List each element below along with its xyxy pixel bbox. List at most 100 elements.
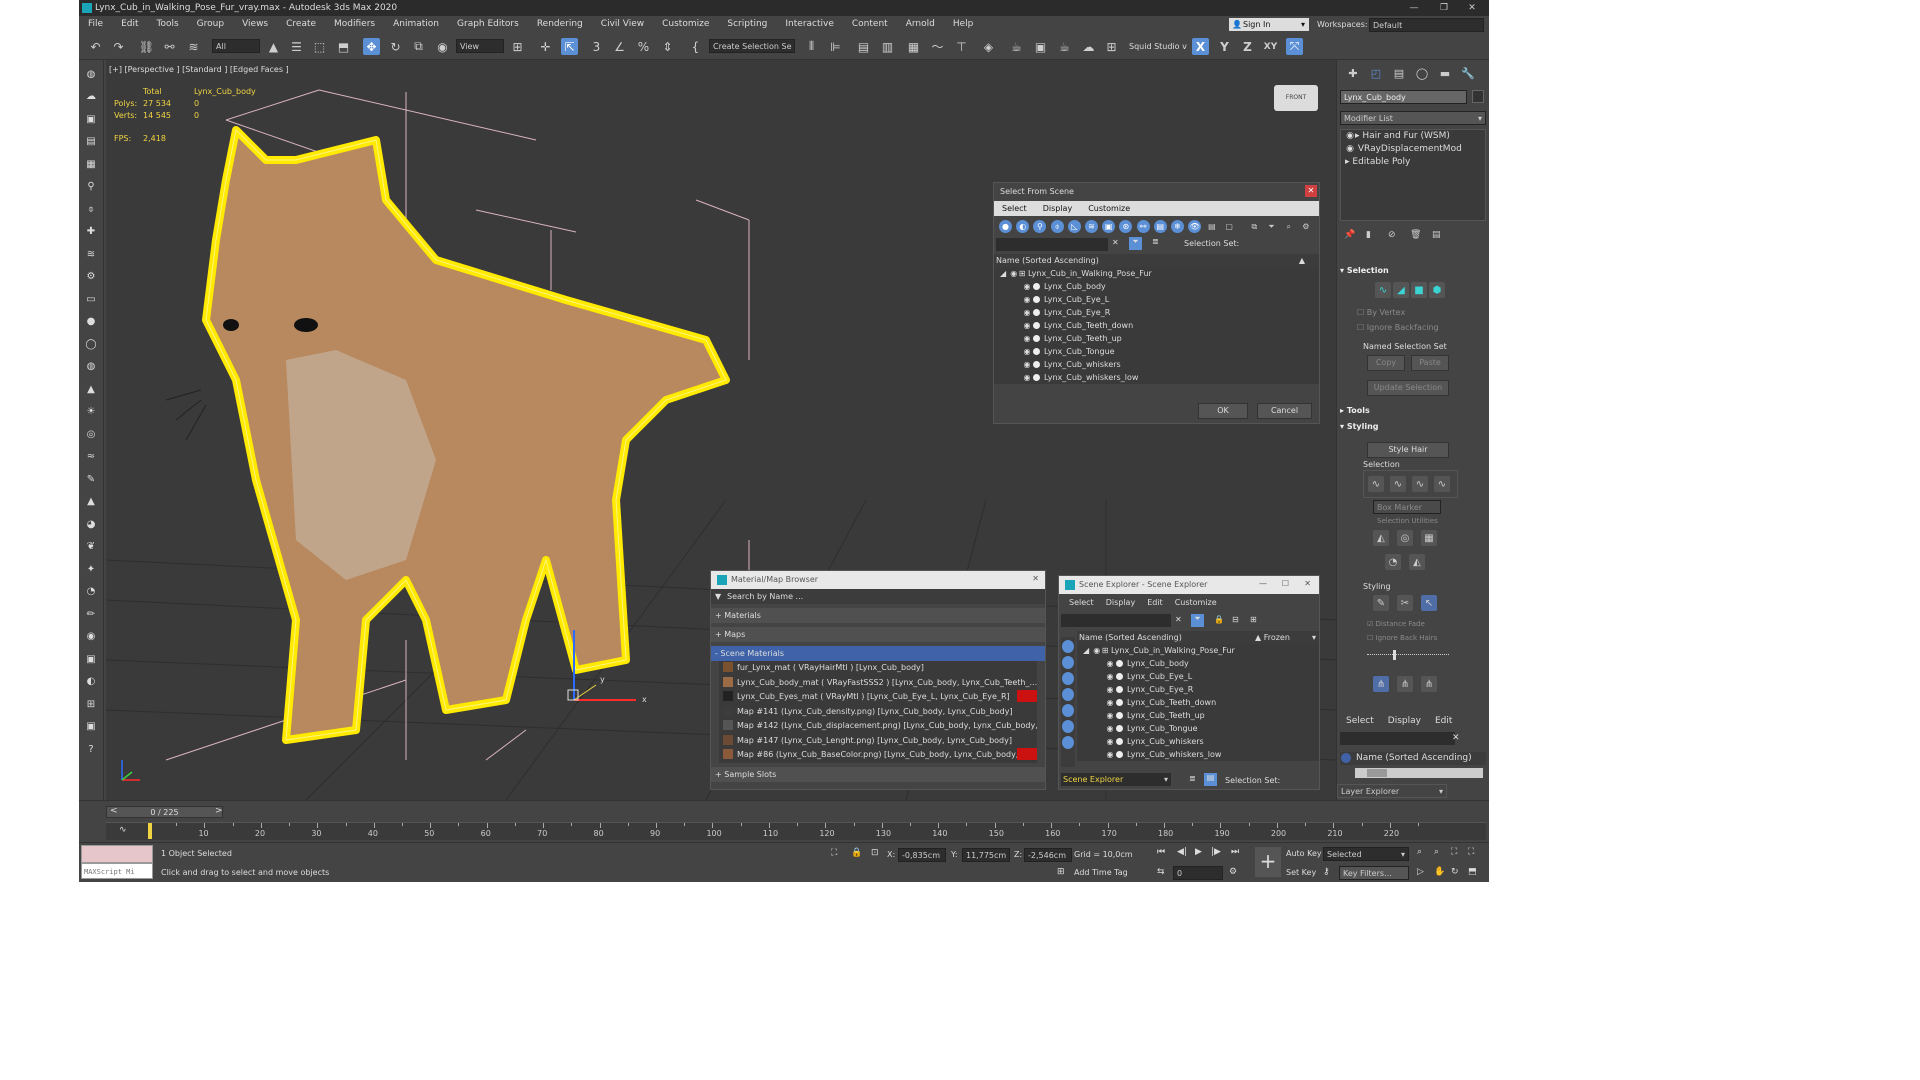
ignore-backfacing-checkbox[interactable]: ☐ Ignore Backfacing [1357,323,1439,332]
materials-group[interactable]: + Materials [711,608,1045,623]
lock-icon[interactable]: ⊞ [83,696,99,712]
menu-interactive[interactable]: Interactive [776,16,842,33]
utilities-tab-icon[interactable]: 🔧 [1460,67,1476,81]
hair-puff-icon[interactable]: ⋔ [1397,676,1413,692]
show-end-result-icon[interactable]: ▮ [1366,230,1371,240]
axis-x-button[interactable]: X [1192,38,1209,55]
help-icon[interactable]: ? [83,741,99,757]
tree-item-row[interactable]: ◉ Lynx_Cub_Eye_L [994,293,1319,306]
menu-arnold[interactable]: Arnold [897,16,944,33]
spacewarp-icon[interactable]: ≋ [83,246,99,262]
layers-icon[interactable]: ≣ [1152,237,1159,246]
tree-item-row[interactable]: ◉ Lynx_Cub_body [1077,657,1319,670]
modifier-list-dropdown[interactable]: Modifier List ▾ [1340,111,1486,125]
lights-filter-icon[interactable]: ⚲ [1033,220,1047,233]
styling-rollout-header[interactable]: ▾ Styling [1340,421,1486,433]
clear-icon[interactable]: ✕ [1175,615,1182,624]
scrollbar-thumb[interactable] [1367,769,1387,777]
manipulate-icon[interactable]: ✛ [537,38,554,55]
menu-edit[interactable]: Edit [112,16,147,33]
spinner-snap-icon[interactable]: ⇕ [659,38,676,55]
unlink-icon[interactable]: ⚯ [161,38,178,55]
scene-material-item[interactable]: fur_Lynx_mat ( VRayHairMtl ) [Lynx_Cub_b… [719,661,1037,676]
by-vertex-checkbox[interactable]: ☐ By Vertex [1357,308,1405,317]
close-icon[interactable]: ✕ [1304,579,1311,588]
visibility-eye-icon[interactable]: ◉ [1345,143,1355,156]
workspace-dropdown[interactable]: Default [1369,18,1484,32]
sidebar-cameras-icon[interactable] [1062,688,1074,701]
coord-x-field[interactable]: -0,835cm [898,848,946,862]
display-none-filter-icon[interactable]: ▢ [1223,220,1236,233]
trackbar[interactable]: 10 20 30 40 50 60 70 80 90 100 110 120 130 140 150 160 1… [106,822,1486,840]
lower-column-header[interactable]: Name (Sorted Ascending) [1340,752,1486,765]
sidebar-groups-icon[interactable] [1062,736,1074,749]
modify-tab-icon[interactable]: ◰ [1368,67,1384,81]
scene-menu-edit[interactable]: Edit [1141,594,1169,611]
select-menu-display[interactable]: Display [1035,201,1081,216]
tree-item-row[interactable]: ◉ Lynx_Cub_body [994,280,1319,293]
redo-icon[interactable]: ↷ [110,38,127,55]
hair-icon[interactable]: ✦ [83,561,99,577]
menu-scripting[interactable]: Scripting [718,16,776,33]
coord-y-field[interactable]: 11,775cm [962,848,1010,862]
scene-explorer-column-header[interactable]: Name (Sorted Ascending) ▲ Frozen ▾ [1077,631,1319,644]
hair-frizz-icon[interactable]: ⋔ [1421,676,1437,692]
ignore-back-hairs-checkbox[interactable]: ☐ Ignore Back Hairs [1367,634,1437,642]
hierarchy-tab-icon[interactable]: ▤ [1391,67,1407,81]
reference-coord-dropdown[interactable]: View [456,39,504,53]
update-selection-button[interactable]: Update Selection [1367,380,1449,396]
xrefs-filter-icon[interactable]: ⊛ [1119,220,1133,233]
scene-material-item[interactable]: Lynx_Cub_Eyes_mat ( VRayMtl ) [Lynx_Cub_… [719,690,1037,705]
axis-xy-button[interactable]: XY [1262,38,1279,55]
plane-icon[interactable]: ▭ [83,291,99,307]
select-by-name-icon[interactable]: ☰ [288,38,305,55]
lower-menu-display[interactable]: Display [1381,712,1428,730]
select-object-icon[interactable]: ▲ [265,38,282,55]
maxscript-listener-input[interactable] [81,845,153,863]
select-rotate-icon[interactable]: ↻ [387,38,404,55]
curve-editor-mini-icon[interactable]: ∿ [119,825,127,835]
mat-search-input[interactable]: ▼ Search by Name ... [711,589,1045,604]
menu-modifiers[interactable]: Modifiers [325,16,384,33]
select-dialog-column-header[interactable]: Name (Sorted Ascending) ▲ [994,254,1319,267]
tree-item-row[interactable]: ◉ Lynx_Cub_Tongue [1077,722,1319,735]
tree-item-row[interactable]: ◉ Lynx_Cub_whiskers [1077,735,1319,748]
scene-material-item[interactable]: Map #147 (Lynx_Cub_Lenght.png) [Lynx_Cub… [719,734,1037,748]
viewcube[interactable]: FRONT [1274,85,1318,111]
sphere2-icon[interactable]: ◯ [83,336,99,352]
hair-tool-3-icon[interactable]: ▦ [1421,530,1437,546]
visibility-eye-icon[interactable]: ◉ [1022,371,1032,384]
select-menu-customize[interactable]: Customize [1080,201,1138,216]
teapot-icon[interactable]: ◍ [83,66,99,82]
visibility-eye-icon[interactable]: ◉ [1022,319,1032,332]
menu-rendering[interactable]: Rendering [528,16,592,33]
sidebar-helpers-icon[interactable] [1062,704,1074,717]
visibility-eye-icon[interactable]: ◉ [1022,280,1032,293]
hair-comb-icon[interactable]: ⋔ [1373,676,1389,692]
link-icon[interactable]: ⛓ [138,38,155,55]
torus-icon[interactable]: ◎ [83,426,99,442]
menu-help[interactable]: Help [944,16,983,33]
visibility-eye-icon[interactable]: ◉ [1105,657,1115,670]
box-marker-dropdown[interactable]: Box Marker [1373,500,1441,514]
mirror-icon[interactable]: ⫴ [803,38,820,55]
sidebar-layers-icon[interactable] [1062,656,1074,669]
absolute-mode-icon[interactable]: ⊡ [871,848,879,858]
key-mode-icon[interactable]: ⇆ [1157,867,1165,877]
lamp-icon[interactable]: ◉ [83,629,99,645]
visibility-eye-icon[interactable]: ◉ [1345,130,1355,143]
brush-size-slider[interactable] [1367,650,1449,660]
box2-icon[interactable]: ▣ [83,719,99,735]
layers-icon[interactable]: ≣ [1189,774,1196,783]
bulb-icon[interactable]: ⚲ [83,179,99,195]
sort-icon[interactable]: ⊞ [1250,615,1257,624]
scene-menu-display[interactable]: Display [1100,594,1142,611]
paste-button[interactable]: Paste [1411,355,1449,371]
visibility-eye-icon[interactable]: ◉ [1105,670,1115,683]
key-icon[interactable]: ⚷ [1323,867,1330,877]
hair-cut-icon[interactable]: ✂ [1397,595,1413,611]
add-time-tag-button[interactable]: Add Time Tag [1074,868,1128,877]
next-frame-icon[interactable]: > [215,806,223,816]
lower-scrollbar[interactable] [1355,768,1483,778]
keyboard-shortcut-icon[interactable]: ⇱ [561,38,578,55]
